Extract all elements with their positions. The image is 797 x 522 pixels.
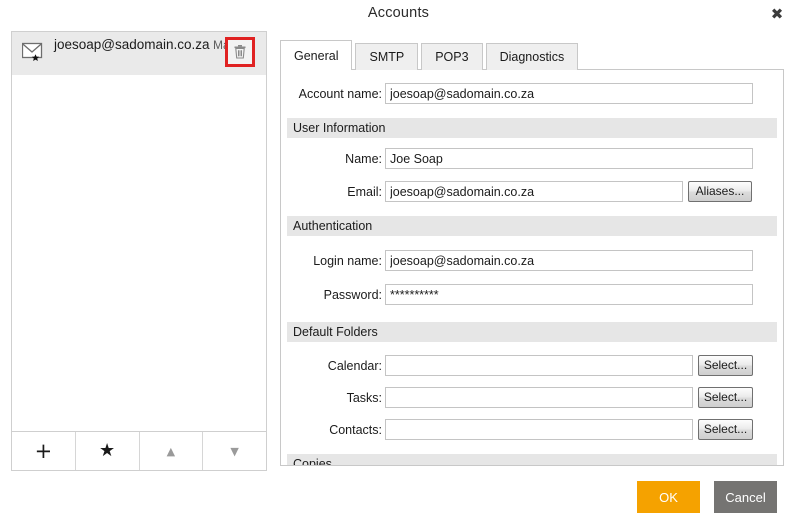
calendar-input[interactable]: [385, 355, 693, 376]
account-email: joesoap@sadomain.co.za: [54, 37, 210, 52]
tab-bar: General SMTP POP3 Diagnostics: [280, 40, 581, 70]
star-icon: ★: [99, 440, 116, 461]
envelope-star-icon: [21, 42, 46, 64]
title-bar: Accounts ✖: [0, 0, 797, 28]
trash-icon: [234, 45, 246, 59]
account-name-label: Account name:: [298, 87, 382, 101]
password-input[interactable]: [385, 284, 753, 305]
authentication-header: Authentication: [287, 216, 777, 236]
cancel-button[interactable]: Cancel: [714, 481, 777, 513]
tab-general[interactable]: General: [280, 40, 353, 70]
calendar-label: Calendar:: [327, 359, 382, 373]
name-input[interactable]: [385, 148, 753, 169]
contacts-select-button[interactable]: Select...: [698, 419, 753, 440]
password-row: Password:: [281, 284, 783, 306]
plus-icon: +: [34, 438, 53, 463]
calendar-row: Calendar: Select...: [281, 355, 783, 377]
tab-diagnostics[interactable]: Diagnostics: [485, 43, 579, 70]
aliases-button[interactable]: Aliases...: [688, 181, 752, 202]
ok-button[interactable]: OK: [637, 481, 700, 513]
account-name-input[interactable]: [385, 83, 753, 104]
login-name-label: Login name:: [313, 254, 382, 268]
list-item[interactable]: joesoap@sadomain.co.za Mail: [12, 32, 266, 75]
tasks-select-button[interactable]: Select...: [698, 387, 753, 408]
general-tab-panel: Account name: User Information Name: Ema…: [280, 69, 784, 466]
delete-account-button[interactable]: [225, 37, 255, 67]
calendar-select-button[interactable]: Select...: [698, 355, 753, 376]
name-row: Name:: [281, 148, 783, 170]
name-label: Name:: [345, 152, 382, 166]
move-account-up-button[interactable]: ▲: [139, 432, 204, 470]
default-folders-header: Default Folders: [287, 322, 777, 342]
email-row: Email: Aliases...: [281, 181, 783, 203]
password-label: Password:: [323, 288, 382, 302]
tab-smtp[interactable]: SMTP: [355, 43, 419, 70]
chevron-up-icon: ▲: [166, 444, 176, 458]
tab-pop3[interactable]: POP3: [421, 43, 483, 70]
email-label: Email:: [347, 185, 382, 199]
list-item-text: joesoap@sadomain.co.za Mail: [54, 36, 235, 54]
tasks-label: Tasks:: [346, 391, 382, 405]
contacts-row: Contacts: Select...: [281, 419, 783, 441]
account-name-row: Account name:: [281, 83, 783, 105]
copies-header: Copies: [287, 454, 777, 465]
move-account-down-button[interactable]: ▼: [203, 432, 266, 470]
user-information-header: User Information: [287, 118, 777, 138]
login-name-input[interactable]: [385, 250, 753, 271]
login-name-row: Login name:: [281, 250, 783, 272]
close-icon[interactable]: ✖: [765, 3, 789, 25]
tasks-input[interactable]: [385, 387, 693, 408]
contacts-input[interactable]: [385, 419, 693, 440]
email-input[interactable]: [385, 181, 683, 202]
accounts-toolbar: + ★ ▲ ▼: [11, 431, 267, 471]
contacts-label: Contacts:: [329, 423, 382, 437]
page-title: Accounts: [367, 5, 430, 21]
add-account-button[interactable]: +: [12, 432, 76, 470]
set-default-account-button[interactable]: ★: [75, 432, 140, 470]
tasks-row: Tasks: Select...: [281, 387, 783, 409]
chevron-down-icon: ▼: [230, 444, 239, 458]
accounts-list: joesoap@sadomain.co.za Mail: [11, 31, 267, 451]
